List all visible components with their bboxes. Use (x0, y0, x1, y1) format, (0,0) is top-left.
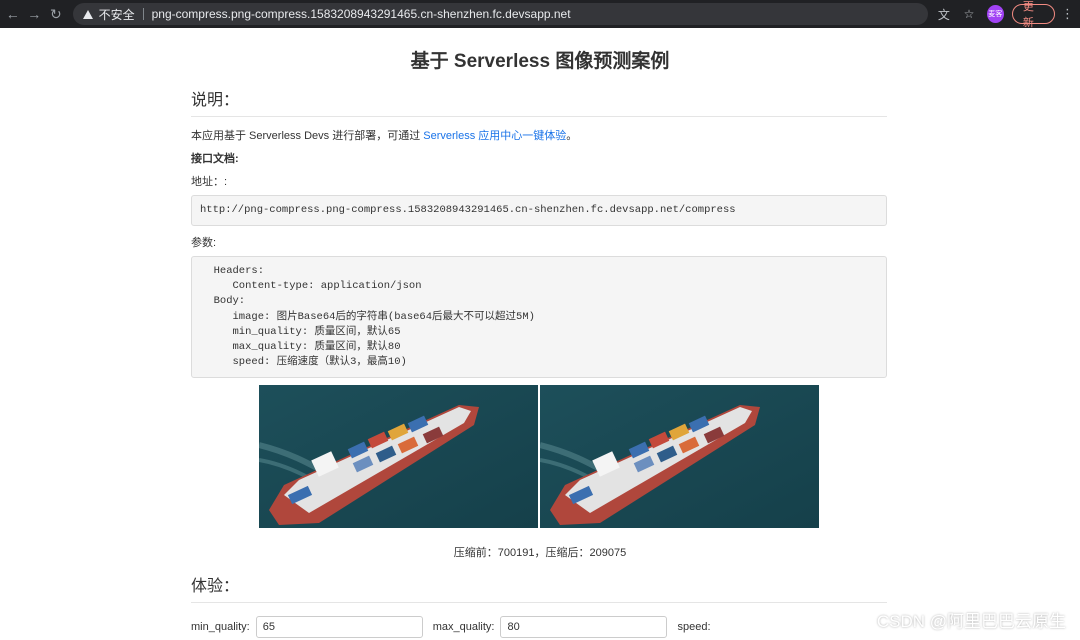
back-icon[interactable]: ← (2, 3, 24, 25)
browser-toolbar: ← → ↻ 不安全 png-compress.png-compress.1583… (0, 0, 1080, 29)
bookmark-star-icon[interactable]: ☆ (959, 4, 978, 24)
url-text[interactable]: png-compress.png-compress.15832089432914… (152, 7, 571, 21)
app-center-link[interactable]: Serverless 应用中心一键体验 (423, 130, 566, 142)
address-bar[interactable]: 不安全 png-compress.png-compress.1583208943… (72, 3, 929, 25)
params-line: Content-type: application/json (201, 280, 422, 293)
compressed-ship-image (540, 385, 819, 528)
compression-caption: 压缩前：700191，压缩后：209075 (453, 547, 627, 559)
address-value: http://png-compress.png-compress.1583208… (200, 204, 736, 216)
params-line: min_quality: 质量区间，默认65 (201, 325, 401, 338)
params-label: 参数: (191, 237, 217, 249)
security-label[interactable]: 不安全 (99, 6, 135, 23)
original-ship-image (259, 385, 538, 528)
min-quality-label: min_quality: (191, 621, 250, 633)
divider (191, 602, 887, 603)
params-line: max_quality: 质量区间，默认80 (201, 340, 401, 353)
translate-icon[interactable]: 文 (934, 4, 953, 24)
update-button[interactable]: 更新 (1011, 1, 1055, 29)
address-label: 地址：: (191, 176, 228, 188)
intro-suffix: 。 (566, 130, 578, 142)
section-heading-description: 说明： (191, 92, 240, 109)
max-quality-input[interactable] (500, 616, 668, 638)
divider (142, 8, 144, 20)
section-heading-experience: 体验： (191, 578, 240, 595)
params-code-block: Headers: Content-type: application/json … (191, 256, 887, 378)
min-quality-input[interactable] (255, 616, 423, 638)
divider (191, 116, 887, 117)
intro-text: 本应用基于 Serverless Devs 进行部署，可通过 (191, 130, 424, 142)
reload-icon[interactable]: ↻ (45, 3, 67, 25)
forward-icon[interactable]: → (24, 3, 46, 25)
more-menu-icon[interactable]: ⋮ (1061, 6, 1074, 22)
speed-label: speed: (677, 621, 711, 633)
address-code-block: http://png-compress.png-compress.1583208… (191, 195, 887, 226)
page-title: 基于 Serverless 图像预测案例 (410, 51, 670, 72)
watermark: CSDN @阿里巴巴云原生 (876, 612, 1066, 631)
params-line: Body: (201, 295, 246, 308)
intro-paragraph: 本应用基于 Serverless Devs 进行部署，可通过 Serverles… (191, 127, 887, 143)
params-line: Headers: (201, 265, 265, 277)
params-line: speed: 压缩速度（默认3，最高10) (201, 356, 407, 369)
params-line: image: 图片Base64后的字符串(base64后最大不可以超过5M) (201, 310, 535, 323)
avatar[interactable]: 麦客 (986, 5, 1004, 23)
max-quality-label: max_quality: (432, 621, 495, 633)
quality-form: min_quality: max_quality: speed: (191, 616, 711, 638)
api-docs-label: 接口文档: (191, 153, 239, 165)
warning-icon (82, 9, 93, 19)
